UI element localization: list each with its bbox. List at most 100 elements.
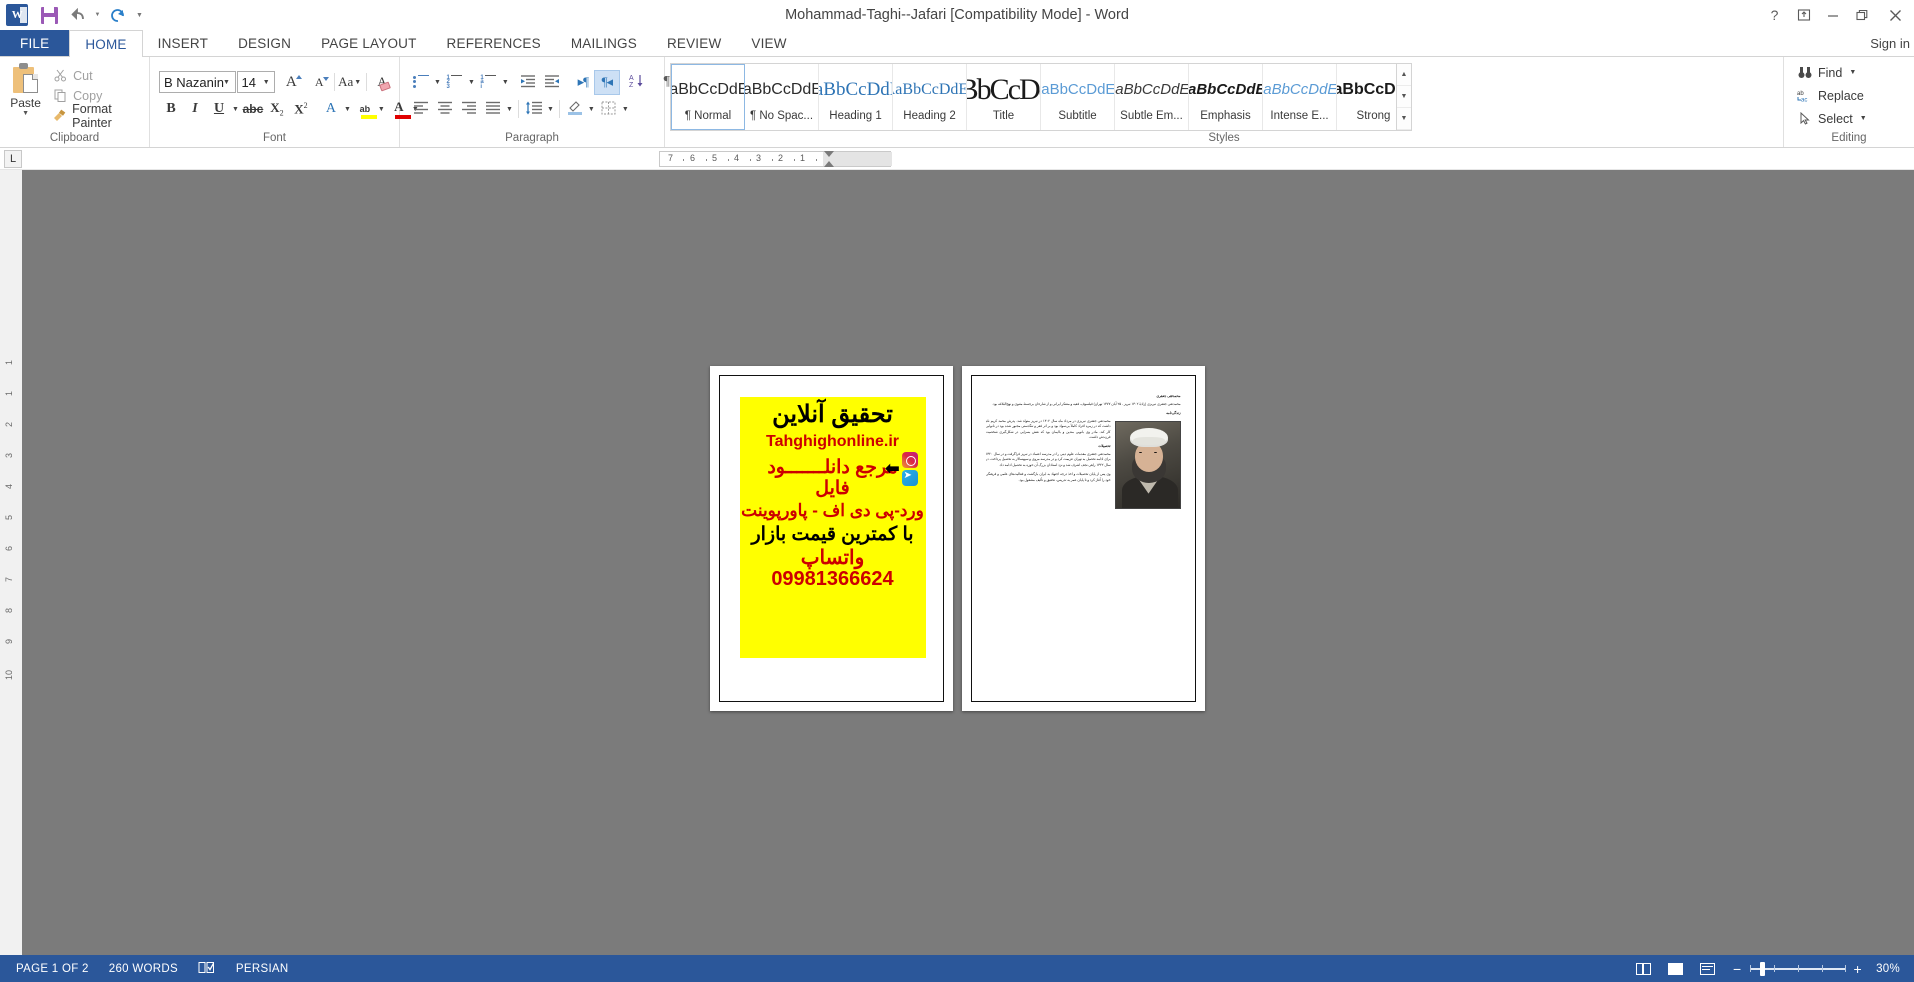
- bold-button[interactable]: B: [159, 98, 183, 121]
- zoom-thumb[interactable]: [1759, 961, 1765, 976]
- highlight-dropdown-icon[interactable]: ▼: [378, 106, 385, 113]
- cut-button[interactable]: Cut: [49, 66, 144, 86]
- paste-button[interactable]: Paste ▼: [5, 60, 46, 131]
- font-size-input[interactable]: 14 ▼: [236, 71, 276, 93]
- find-button[interactable]: Find ▼: [1793, 62, 1909, 84]
- help-button[interactable]: ?: [1760, 1, 1789, 29]
- bullets-button[interactable]: [409, 71, 433, 94]
- first-line-indent-marker[interactable]: [824, 151, 834, 157]
- zoom-out-button[interactable]: −: [1733, 962, 1741, 976]
- tab-insert[interactable]: INSERT: [143, 30, 223, 56]
- tab-review[interactable]: REVIEW: [652, 30, 736, 56]
- select-dropdown-icon[interactable]: ▼: [1860, 115, 1867, 122]
- change-case-dropdown-icon[interactable]: ▼: [354, 79, 361, 86]
- decrease-indent-button[interactable]: [517, 71, 541, 94]
- multilevel-list-dropdown-icon[interactable]: ▼: [502, 79, 509, 86]
- select-button[interactable]: Select ▼: [1793, 108, 1909, 130]
- borders-button[interactable]: [597, 98, 621, 121]
- line-spacing-dropdown-icon[interactable]: ▼: [547, 106, 554, 113]
- font-name-dropdown-icon[interactable]: ▼: [219, 72, 235, 92]
- style-normal[interactable]: AaBbCcDdEe ¶ Normal: [671, 63, 745, 130]
- styles-gallery[interactable]: AaBbCcDdEe ¶ Normal AaBbCcDdEe ¶ No Spac…: [670, 62, 1412, 131]
- save-icon[interactable]: [36, 3, 62, 27]
- horizontal-ruler[interactable]: 7 6 5 4 3 2 1: [659, 151, 892, 167]
- text-effects-button[interactable]: A: [319, 98, 343, 121]
- style-no-spacing[interactable]: AaBbCcDdEe ¶ No Spac...: [745, 63, 819, 130]
- ltr-text-direction-button[interactable]: ▸¶: [571, 71, 595, 94]
- tab-references[interactable]: REFERENCES: [432, 30, 556, 56]
- language-status[interactable]: PERSIAN: [226, 955, 299, 982]
- zoom-in-button[interactable]: +: [1854, 962, 1862, 976]
- tab-mailings[interactable]: MAILINGS: [556, 30, 652, 56]
- text-effects-dropdown-icon[interactable]: ▼: [344, 106, 351, 113]
- styles-scroll-up-icon[interactable]: ▲: [1397, 64, 1411, 86]
- sort-button[interactable]: AZ: [625, 71, 649, 94]
- shrink-font-button[interactable]: A: [307, 71, 331, 94]
- style-emphasis[interactable]: AaBbCcDdEe Emphasis: [1189, 63, 1263, 130]
- minimize-button[interactable]: [1818, 1, 1847, 29]
- grow-font-button[interactable]: A: [279, 71, 303, 94]
- clear-formatting-button[interactable]: A: [370, 71, 394, 94]
- page-number-status[interactable]: PAGE 1 OF 2: [6, 955, 99, 982]
- shading-dropdown-icon[interactable]: ▼: [588, 106, 595, 113]
- align-left-button[interactable]: [409, 98, 433, 121]
- zoom-slider[interactable]: − +: [1723, 961, 1872, 976]
- print-layout-button[interactable]: [1659, 955, 1691, 982]
- styles-scroll-down-icon[interactable]: ▼: [1397, 86, 1411, 108]
- hanging-indent-marker[interactable]: [824, 161, 834, 167]
- ribbon-display-options-button[interactable]: [1789, 1, 1818, 29]
- shading-button[interactable]: [563, 98, 587, 121]
- justify-dropdown-icon[interactable]: ▼: [506, 106, 513, 113]
- zoom-track[interactable]: [1749, 961, 1846, 976]
- borders-dropdown-icon[interactable]: ▼: [622, 106, 629, 113]
- underline-button[interactable]: U: [207, 98, 231, 121]
- zoom-level-label[interactable]: 30%: [1872, 963, 1908, 975]
- subscript-button[interactable]: X2: [265, 98, 289, 121]
- styles-scroll-controls[interactable]: ▲ ▼ ▼: [1396, 63, 1411, 130]
- close-button[interactable]: [1876, 1, 1914, 29]
- proofing-status-button[interactable]: [188, 955, 226, 982]
- page-2-text[interactable]: محمدتقی جعفری محمدتقی جعفری تبریزی (زاده…: [986, 390, 1181, 691]
- document-canvas[interactable]: 1 1 2 3 4 5 6 7 8 9 10 تحقیق آنلاین Tahg…: [0, 170, 1914, 955]
- strikethrough-button[interactable]: abc: [241, 98, 265, 121]
- styles-more-icon[interactable]: ▼: [1397, 108, 1411, 130]
- justify-button[interactable]: [481, 98, 505, 121]
- read-mode-button[interactable]: [1627, 955, 1659, 982]
- numbering-button[interactable]: 123: [443, 71, 467, 94]
- tab-stop-selector[interactable]: L: [4, 150, 22, 168]
- tab-view[interactable]: VIEW: [736, 30, 801, 56]
- undo-icon[interactable]: [64, 3, 90, 27]
- replace-button[interactable]: ab ac Replace: [1793, 85, 1909, 107]
- font-name-input[interactable]: B Nazanin ▼: [159, 71, 236, 93]
- style-heading-2[interactable]: AaBbCcDdEe Heading 2: [893, 63, 967, 130]
- page-1[interactable]: تحقیق آنلاین Tahghighonline.ir مرجع دانل…: [709, 366, 953, 711]
- font-size-dropdown-icon[interactable]: ▼: [258, 72, 274, 92]
- bullets-dropdown-icon[interactable]: ▼: [434, 79, 441, 86]
- page-2[interactable]: محمدتقی جعفری محمدتقی جعفری تبریزی (زاده…: [961, 366, 1205, 711]
- tab-file[interactable]: FILE: [0, 30, 70, 56]
- restore-button[interactable]: [1847, 1, 1876, 29]
- increase-indent-button[interactable]: [541, 71, 565, 94]
- line-spacing-button[interactable]: [522, 98, 546, 121]
- web-layout-button[interactable]: [1691, 955, 1723, 982]
- underline-dropdown-icon[interactable]: ▼: [232, 106, 239, 113]
- text-highlight-color-button[interactable]: ab: [353, 98, 377, 121]
- undo-dropdown-icon[interactable]: ▼: [92, 3, 103, 27]
- style-subtle-emphasis[interactable]: AaBbCcDdEe Subtle Em...: [1115, 63, 1189, 130]
- redo-icon[interactable]: [105, 3, 131, 27]
- tab-home[interactable]: HOME: [69, 30, 143, 57]
- change-case-button[interactable]: Aa ▼: [338, 71, 363, 94]
- word-count-status[interactable]: 260 WORDS: [99, 955, 188, 982]
- style-intense-emphasis[interactable]: AaBbCcDdEe Intense E...: [1263, 63, 1337, 130]
- tab-design[interactable]: DESIGN: [223, 30, 306, 56]
- italic-button[interactable]: I: [183, 98, 207, 121]
- customize-qat-icon[interactable]: ▼: [133, 3, 146, 27]
- numbering-dropdown-icon[interactable]: ▼: [468, 79, 475, 86]
- align-right-button[interactable]: [457, 98, 481, 121]
- tab-page-layout[interactable]: PAGE LAYOUT: [306, 30, 431, 56]
- style-subtitle[interactable]: AaBbCcDdEe Subtitle: [1041, 63, 1115, 130]
- superscript-button[interactable]: X2: [289, 98, 313, 121]
- format-painter-button[interactable]: Format Painter: [49, 102, 144, 130]
- style-heading-1[interactable]: AaBbCcDdEe Heading 1: [819, 63, 893, 130]
- paste-dropdown-icon[interactable]: ▼: [22, 110, 29, 117]
